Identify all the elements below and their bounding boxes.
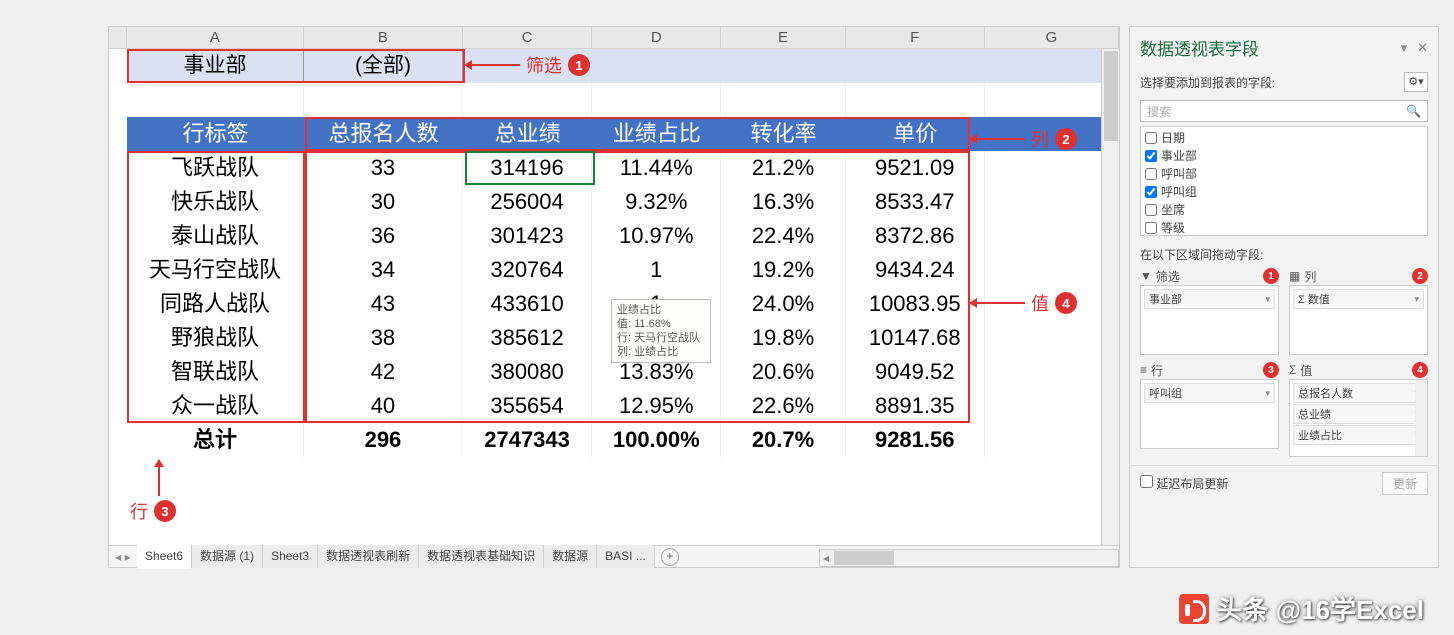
annot-row: 行3 — [130, 498, 176, 524]
col-G[interactable]: G — [985, 27, 1119, 48]
hdr-c3[interactable]: 业绩占比 — [592, 117, 721, 151]
total-label: 总计 — [127, 423, 304, 457]
sheet-tab[interactable]: Sheet3 — [263, 545, 318, 568]
annot-filter: 筛选1 — [470, 52, 590, 78]
table-row[interactable]: 泰山战队3630142310.97%22.4%8372.86 — [127, 219, 1119, 253]
watermark-logo-icon — [1179, 594, 1209, 624]
cell-tooltip: 业绩占比 值: 11.68% 行: 天马行空战队 列: 业绩占比 — [611, 299, 711, 363]
area-value-box[interactable]: 总报名人数总业绩业绩占比 — [1289, 379, 1428, 457]
pivot-field-panel: 数据透视表字段 ▾ ✕ 选择要添加到报表的字段: ⚙▾ 搜索🔍 日期 事业部 呼叫… — [1129, 26, 1439, 568]
hdr-c5[interactable]: 单价 — [846, 117, 985, 151]
area-item[interactable]: Σ 数值 — [1293, 289, 1424, 309]
area-column-header: ▦ 列2 — [1289, 267, 1428, 285]
sheet-tabs: ◂ ▸ Sheet6数据源 (1)Sheet3数据透视表刷新数据透视表基础知识数… — [109, 545, 1119, 567]
field-checkbox[interactable]: 呼叫部 — [1145, 165, 1423, 183]
hdr-rowlabel[interactable]: 行标签 — [127, 117, 304, 151]
field-list[interactable]: 日期 事业部 呼叫部 呼叫组 坐席 等级 客户数 — [1140, 126, 1428, 236]
filter-label[interactable]: 事业部 — [127, 49, 304, 83]
annot-column: 列2 — [975, 126, 1077, 152]
area-item[interactable]: 事业部 — [1144, 289, 1275, 309]
grid-body: 事业部 (全部) 行标签 总报名人数 总业绩 业绩占比 转化率 单价 飞跃战队3… — [109, 49, 1119, 457]
search-icon: 🔍 — [1406, 104, 1421, 118]
panel-menu-icon[interactable]: ▾ — [1401, 40, 1408, 56]
area-row-header: ≡ 行3 — [1140, 361, 1279, 379]
annot-value: 值4 — [975, 290, 1077, 316]
sheet-tab[interactable]: 数据源 — [544, 545, 597, 568]
table-row[interactable]: 天马行空战队34320764119.2%9434.24 — [127, 253, 1119, 287]
col-A[interactable]: A — [127, 27, 304, 48]
table-row[interactable]: 飞跃战队3331419611.44%21.2%9521.09 — [127, 151, 1119, 185]
sheet-tab[interactable]: 数据透视表刷新 — [318, 545, 419, 568]
area-item[interactable]: 总业绩 — [1293, 404, 1424, 424]
sheet-tab[interactable]: Sheet6 — [137, 545, 192, 569]
area-item[interactable]: 呼叫组 — [1144, 383, 1275, 403]
column-headers: A B C D E F G — [109, 27, 1119, 49]
hdr-c4[interactable]: 转化率 — [721, 117, 845, 151]
filter-value[interactable]: (全部) — [304, 49, 463, 83]
scrollbar-vertical[interactable] — [1101, 49, 1119, 545]
col-B[interactable]: B — [304, 27, 463, 48]
add-sheet-button[interactable]: + — [661, 548, 679, 566]
field-checkbox[interactable]: 等级 — [1145, 219, 1423, 236]
table-row[interactable]: 众一战队4035565412.95%22.6%8891.35 — [127, 389, 1119, 423]
sheet-tab[interactable]: BASI ... — [597, 545, 655, 568]
hdr-c2[interactable]: 总业绩 — [463, 117, 592, 151]
panel-subtitle: 选择要添加到报表的字段: — [1140, 74, 1275, 91]
area-item[interactable]: 业绩占比 — [1293, 425, 1424, 445]
table-row[interactable]: 快乐战队302560049.32%16.3%8533.47 — [127, 185, 1119, 219]
area-filter-header: ▼ 筛选1 — [1140, 267, 1279, 285]
field-checkbox[interactable]: 事业部 — [1145, 147, 1423, 165]
drag-label: 在以下区域间拖动字段: — [1130, 238, 1438, 267]
defer-checkbox[interactable]: 延迟布局更新 — [1140, 475, 1228, 492]
sheet-tab[interactable]: 数据源 (1) — [192, 545, 263, 568]
gear-icon[interactable]: ⚙▾ — [1404, 72, 1428, 92]
field-checkbox[interactable]: 坐席 — [1145, 201, 1423, 219]
area-item[interactable]: 总报名人数 — [1293, 383, 1424, 403]
update-button[interactable]: 更新 — [1382, 472, 1428, 495]
field-checkbox[interactable]: 呼叫组 — [1145, 183, 1423, 201]
scrollbar-horizontal[interactable]: ◂ — [819, 549, 1119, 567]
tab-nav[interactable]: ◂ ▸ — [109, 550, 137, 564]
spreadsheet-area: A B C D E F G 事业部 (全部) 行标签 总报名人数 总业绩 业绩占… — [108, 26, 1120, 568]
area-column-box[interactable]: Σ 数值 — [1289, 285, 1428, 355]
hdr-c1[interactable]: 总报名人数 — [304, 117, 463, 151]
area-filter-box[interactable]: 事业部 — [1140, 285, 1279, 355]
area-row-box[interactable]: 呼叫组 — [1140, 379, 1279, 449]
annot-row-arrow — [158, 460, 160, 496]
watermark: 头条 @16学Excel — [1179, 590, 1424, 627]
sheet-tab[interactable]: 数据透视表基础知识 — [419, 545, 544, 568]
panel-title: 数据透视表字段 — [1140, 35, 1259, 60]
col-D[interactable]: D — [592, 27, 721, 48]
total-row: 总计 296 2747343 100.00% 20.7% 9281.56 — [127, 423, 1119, 457]
filter-row: 事业部 (全部) — [127, 49, 1119, 83]
col-C[interactable]: C — [463, 27, 592, 48]
field-checkbox[interactable]: 日期 — [1145, 129, 1423, 147]
col-F[interactable]: F — [846, 27, 985, 48]
panel-close-icon[interactable]: ✕ — [1417, 40, 1428, 56]
area-value-header: Σ 值4 — [1289, 361, 1428, 379]
search-input[interactable]: 搜索🔍 — [1140, 100, 1428, 122]
col-E[interactable]: E — [721, 27, 845, 48]
